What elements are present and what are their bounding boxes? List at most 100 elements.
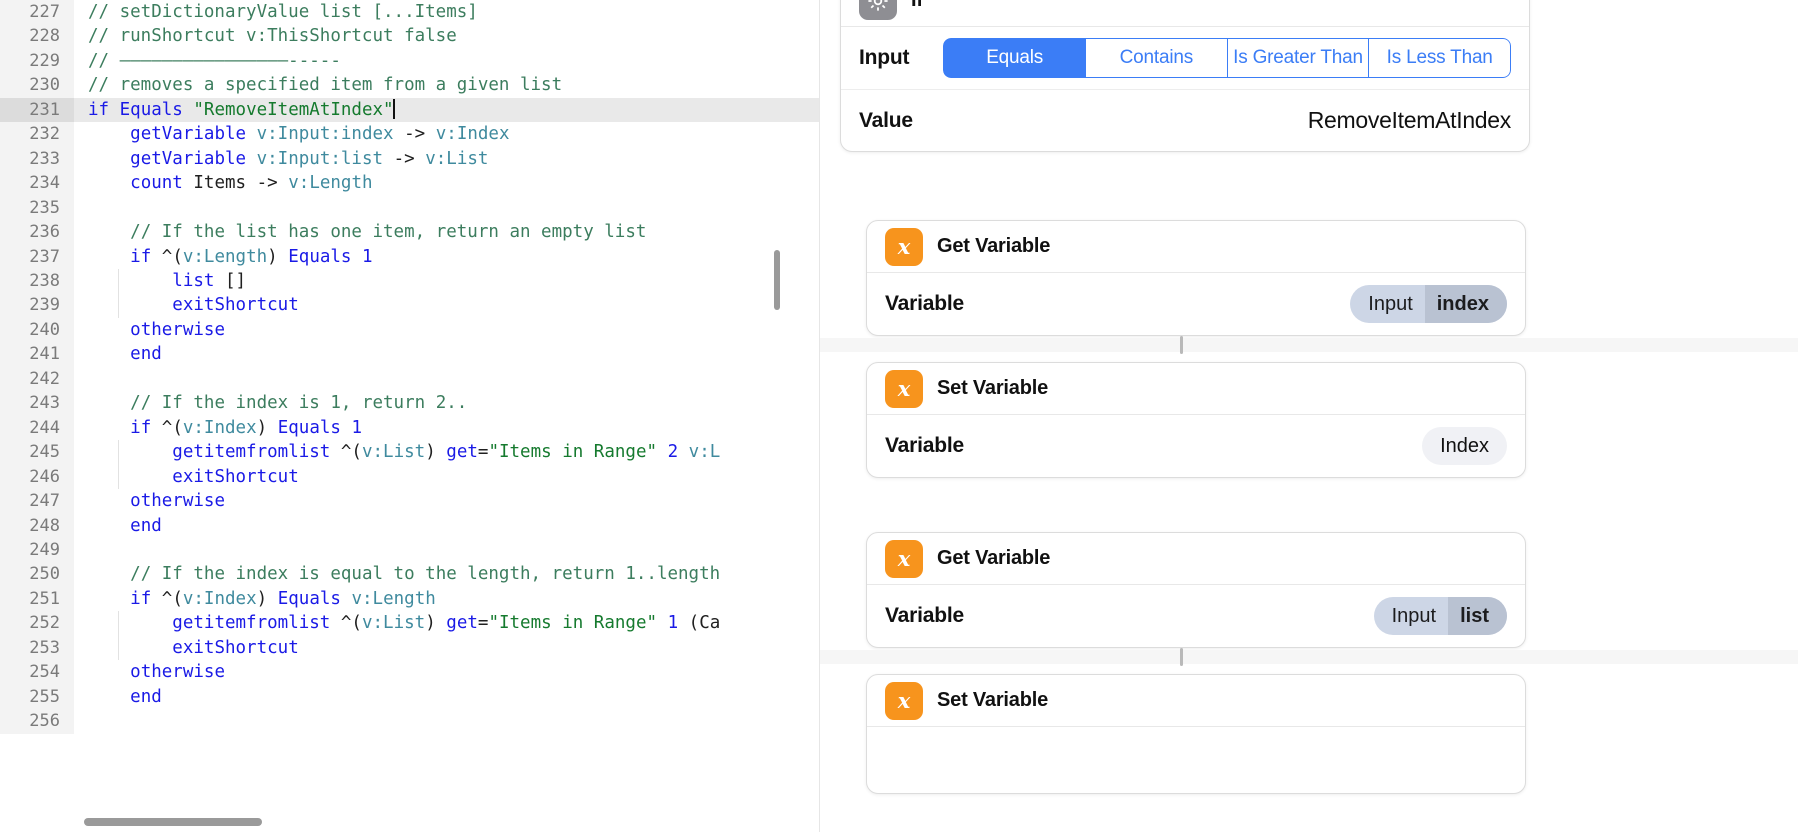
code-line[interactable]: 233 getVariable v:Input:list -> v:List: [0, 146, 820, 172]
token-pun: [214, 271, 225, 291]
code-line-content[interactable]: if Equals "RemoveItemAtIndex": [74, 97, 820, 123]
editor-vertical-scrollbar[interactable]: [774, 250, 780, 310]
line-number: 242: [0, 366, 74, 392]
code-line-content[interactable]: // runShortcut v:ThisShortcut false: [74, 24, 820, 48]
code-line[interactable]: 239 exitShortcut: [0, 293, 820, 318]
code-line[interactable]: 228 // runShortcut v:ThisShortcut false: [0, 24, 820, 49]
code-line[interactable]: 238 list []: [0, 268, 820, 294]
shortcut-preview-pane[interactable]: If Input Equals Contains Is Greater Than…: [820, 0, 1798, 832]
code-line[interactable]: 254 otherwise: [0, 660, 820, 685]
code-line[interactable]: 234 count Items -> v:Length: [0, 171, 820, 196]
get-variable-index-title: Get Variable: [937, 235, 1051, 257]
code-line-content[interactable]: // ————————————————-----: [74, 49, 820, 73]
code-line-content[interactable]: if ^(v:Length) Equals 1: [74, 245, 820, 269]
code-line[interactable]: 245 getitemfromlist ^(v:List) get="Items…: [0, 440, 820, 465]
code-line-content[interactable]: getVariable v:Input:list -> v:List: [74, 147, 820, 171]
code-line-content[interactable]: exitShortcut: [74, 635, 820, 661]
code-line[interactable]: 227 // setDictionaryValue list [...Items]: [0, 0, 820, 25]
code-line[interactable]: 229 // ————————————————-----: [0, 48, 820, 74]
code-line[interactable]: 256: [0, 709, 820, 734]
variable-pill-index[interactable]: Index: [1422, 427, 1507, 465]
editor-horizontal-scrollbar-track[interactable]: [84, 818, 820, 826]
code-tokens: // If the index is 1, return 2..: [88, 393, 467, 413]
code-line[interactable]: 242: [0, 366, 820, 392]
code-line-content[interactable]: getitemfromlist ^(v:List) get="Items in …: [74, 611, 820, 636]
if-condition-segmented-control[interactable]: Equals Contains Is Greater Than Is Less …: [943, 38, 1511, 78]
code-line[interactable]: 249: [0, 537, 820, 563]
code-line-content[interactable]: list []: [74, 268, 820, 294]
code-line-content[interactable]: if ^(v:Index) Equals v:Length: [74, 587, 820, 611]
code-line[interactable]: 237 if ^(v:Length) Equals 1: [0, 244, 820, 269]
token-var: v:Input:list: [256, 148, 384, 169]
code-line[interactable]: 248 end: [0, 513, 820, 538]
code-line-content[interactable]: // If the index is equal to the length, …: [74, 562, 820, 586]
code-line[interactable]: 255 end: [0, 684, 820, 710]
action-card-set-variable-index[interactable]: x Set Variable Variable Index: [866, 362, 1526, 478]
token-str: "RemoveItemAtIndex": [193, 99, 394, 120]
code-line-content[interactable]: getVariable v:Input:index -> v:Index: [74, 122, 820, 146]
code-line-content[interactable]: [74, 538, 820, 562]
code-line[interactable]: 232 getVariable v:Input:index -> v:Index: [0, 122, 820, 147]
token-pun: [657, 442, 668, 462]
code-line-content[interactable]: otherwise: [74, 660, 820, 684]
code-line-content[interactable]: end: [74, 514, 820, 538]
token-kw: otherwise: [130, 491, 225, 512]
code-line[interactable]: 241 end: [0, 342, 820, 367]
action-card-if[interactable]: If Input Equals Contains Is Greater Than…: [840, 0, 1530, 152]
action-card-if-header: If: [841, 0, 1529, 27]
code-line[interactable]: 250 // If the index is equal to the leng…: [0, 562, 820, 587]
code-line-content[interactable]: if ^(v:Index) Equals 1: [74, 416, 820, 440]
if-value-field[interactable]: RemoveItemAtIndex: [1308, 107, 1512, 134]
get-variable-list-variable-label: Variable: [885, 604, 964, 627]
action-card-set-variable-list[interactable]: x Set Variable: [866, 674, 1526, 794]
code-line-content[interactable]: getitemfromlist ^(v:List) get="Items in …: [74, 440, 820, 465]
code-line-content[interactable]: [74, 196, 820, 220]
code-line-content[interactable]: count Items -> v:Length: [74, 171, 820, 195]
code-line-content[interactable]: // If the index is 1, return 2..: [74, 391, 820, 415]
segment-is-less-than[interactable]: Is Less Than: [1369, 38, 1511, 78]
code-line-content[interactable]: otherwise: [74, 318, 820, 342]
magic-variable-pill-input-index[interactable]: Input index: [1350, 285, 1507, 323]
code-line-content[interactable]: exitShortcut: [74, 293, 820, 318]
code-scroll-area[interactable]: 227 // setDictionaryValue list [...Items]…: [0, 0, 820, 832]
code-line-content[interactable]: end: [74, 342, 820, 366]
segment-contains[interactable]: Contains: [1085, 38, 1228, 78]
code-line-content[interactable]: // If the list has one item, return an e…: [74, 220, 820, 244]
line-number: 231: [0, 97, 74, 123]
segment-is-greater-than[interactable]: Is Greater Than: [1227, 38, 1370, 78]
code-line[interactable]: 243 // If the index is 1, return 2..: [0, 391, 820, 416]
code-line-content[interactable]: // removes a specified item from a given…: [74, 73, 820, 97]
code-line-content[interactable]: // setDictionaryValue list [...Items]: [74, 0, 820, 24]
code-line[interactable]: 247 otherwise: [0, 489, 820, 514]
code-line-content[interactable]: otherwise: [74, 489, 820, 513]
code-line[interactable]: 244 if ^(v:Index) Equals 1: [0, 415, 820, 441]
editor-horizontal-scrollbar-thumb[interactable]: [84, 818, 262, 826]
magic-variable-pill-input-list[interactable]: Input list: [1373, 597, 1507, 635]
token-pun: [109, 100, 120, 120]
token-num: 1: [351, 417, 363, 438]
indent-guide: [118, 464, 119, 490]
code-line-content[interactable]: [74, 367, 820, 391]
code-line[interactable]: 235: [0, 195, 820, 221]
code-line-content[interactable]: end: [74, 685, 820, 709]
token-pun: [151, 247, 162, 267]
action-card-get-variable-list[interactable]: x Get Variable Variable Input list: [866, 532, 1526, 648]
code-line[interactable]: 246 exitShortcut: [0, 464, 820, 490]
code-line[interactable]: 230 // removes a specified item from a gi…: [0, 73, 820, 98]
code-line[interactable]: 252 getitemfromlist ^(v:List) get="Items…: [0, 611, 820, 636]
token-pun: ): [425, 613, 436, 634]
code-line[interactable]: 251 if ^(v:Index) Equals v:Length: [0, 586, 820, 612]
code-line[interactable]: 253 exitShortcut: [0, 635, 820, 661]
code-line[interactable]: 231 if Equals "RemoveItemAtIndex": [0, 97, 820, 123]
code-line[interactable]: 240 otherwise: [0, 317, 820, 343]
code-line[interactable]: 236 // If the list has one item, return …: [0, 220, 820, 245]
pill-suffix: list: [1448, 597, 1507, 635]
action-card-get-variable-index[interactable]: x Get Variable Variable Input index: [866, 220, 1526, 336]
segment-equals[interactable]: Equals: [943, 38, 1086, 78]
get-variable-index-variable-label: Variable: [885, 292, 964, 315]
code-line-content[interactable]: [74, 709, 820, 733]
code-tokens: otherwise: [88, 662, 225, 682]
token-pun: [657, 613, 668, 633]
code-editor-pane[interactable]: 227 // setDictionaryValue list [...Items]…: [0, 0, 820, 832]
code-line-content[interactable]: exitShortcut: [74, 464, 820, 490]
